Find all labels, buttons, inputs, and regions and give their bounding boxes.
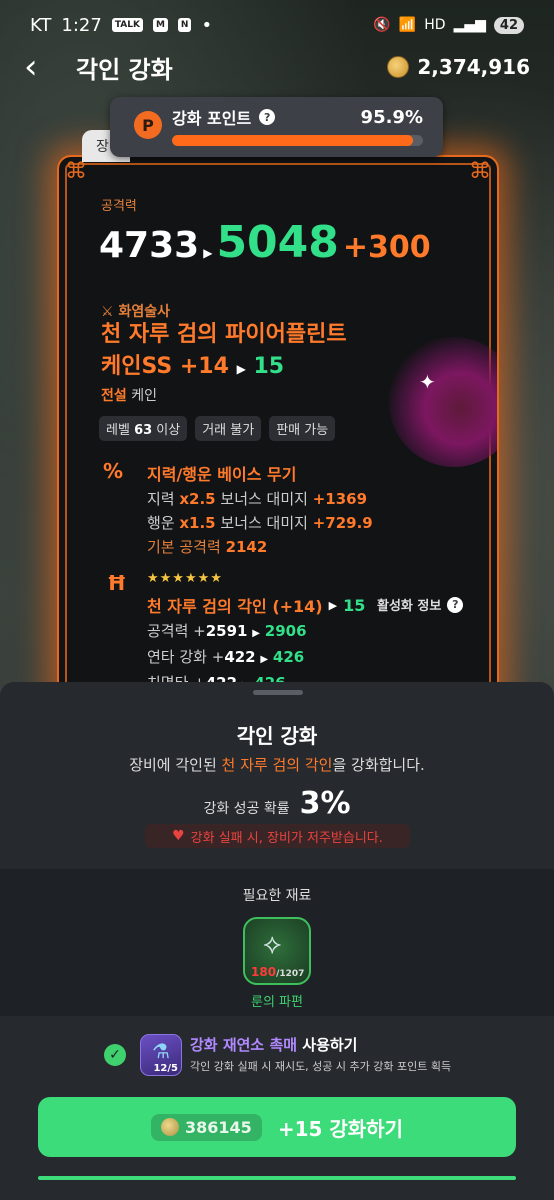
base-stat-int: 지력 x2.5 보너스 대미지 +1369 <box>147 490 368 508</box>
clock: 1:27 <box>61 14 102 36</box>
help-icon[interactable]: ? <box>259 109 276 125</box>
base-atk: 기본 공격력 2142 <box>147 538 268 556</box>
broken-heart-icon: ♥ <box>172 828 185 844</box>
grade-row: 전설 케인 <box>101 385 157 405</box>
back-icon[interactable]: ‹ <box>24 50 54 84</box>
materials-title: 필요한 재료 <box>242 888 312 904</box>
engrave-icon: Ħ <box>107 571 127 595</box>
arrow-icon: ▶ <box>236 362 246 376</box>
item-name-line1: 천 자루 검의 파이어플린트 <box>101 322 347 347</box>
item-level-old: 케인SS +14 <box>101 354 229 379</box>
job-row: ⚔ 화염술사 <box>101 301 170 321</box>
gold-amount: 2,374,916 <box>417 55 530 79</box>
rate-label: 강화 성공 확률 <box>203 801 290 817</box>
material-name: 룬의 파편 <box>251 995 303 1010</box>
catalyst-option[interactable]: ✓ ⚗ 12/5 강화 재연소 촉매 사용하기 각인 강화 실패 시 재시도, … <box>100 1034 520 1084</box>
tag-level: 레벨 63 이상 <box>99 416 188 441</box>
sheet-title: 각인 강화 <box>236 724 318 748</box>
engrave-new: 15 <box>343 595 366 615</box>
cost-amount: 386145 <box>185 1117 252 1137</box>
catalyst-count: 12/5 <box>153 1063 178 1074</box>
points-progress-track <box>172 135 423 146</box>
grade: 전설 <box>101 388 127 404</box>
points-label: 강화 포인트 <box>172 109 252 128</box>
material-count: 180/1207 <box>251 965 305 979</box>
catalyst-item: ⚗ 12/5 <box>140 1034 182 1076</box>
arrow-icon: ▶ <box>328 598 338 612</box>
item-orb-image <box>389 337 497 467</box>
atk-old: 4733 <box>99 225 200 266</box>
star-rating: ★★★★★★ <box>147 571 223 586</box>
battery-icon: 42 <box>493 16 524 34</box>
cost-chip: 386145 <box>151 1113 262 1141</box>
base-title: 지력/행운 베이스 무기 <box>147 465 297 484</box>
potion-icon: ⚗ <box>152 1039 170 1063</box>
coin-icon <box>161 1118 180 1136</box>
enhance-button-label: +15 강화하기 <box>277 1116 403 1141</box>
item-card: ⌘ ⌘ ✦ 공격력 4733 ▶ 5048 +300 ⚔ 화염술사 천 자루 검… <box>57 155 499 715</box>
naver-icon: N <box>177 18 192 32</box>
points-value: 95.9% <box>360 106 423 128</box>
atk-row: 4733 ▶ 5048 +300 <box>99 217 431 268</box>
engrave-title: 천 자루 검의 각인 (+14) <box>147 597 323 616</box>
item-level-new: 15 <box>253 354 285 379</box>
header: ‹ 각인 강화 2,374,916 <box>0 44 554 90</box>
bottom-strip <box>38 1176 516 1180</box>
points-icon: P <box>134 111 162 139</box>
check-icon[interactable]: ✓ <box>104 1044 126 1066</box>
engrave-title-row: 천 자루 검의 각인 (+14) ▶ 15 <box>147 593 365 617</box>
wifi-icon: 📶 <box>398 17 417 33</box>
hd-icon: HD <box>424 17 446 33</box>
signal-icon: ▂▄▆ <box>453 17 486 33</box>
enhance-points-panel: P 강화 포인트 ? 95.9% <box>110 97 443 157</box>
atk-new: 5048 <box>216 217 339 268</box>
tag-sell: 판매 가능 <box>269 416 336 441</box>
sheet-description: 장비에 각인된 천 자루 검의 각인을 강화합니다. <box>129 756 425 774</box>
carrier: KT <box>30 14 52 36</box>
status-bar: KT 1:27 TALK M N • 🔇 📶 HD ▂▄▆ 42 <box>0 0 554 50</box>
rate-value: 3% <box>299 786 351 821</box>
page-title: 각인 강화 <box>76 55 173 84</box>
engrave-stat-combo: 연타 강화 +422 ▶ 426 <box>147 648 305 666</box>
tag-trade: 거래 불가 <box>195 416 262 441</box>
job-icon: ⚔ <box>101 304 119 320</box>
materials-section: 필요한 재료 ⟡ 180/1207 룬의 파편 <box>0 869 554 1016</box>
item-name-line2: 케인SS +14 ▶ 15 <box>101 351 284 385</box>
mail-icon: M <box>152 18 168 32</box>
gold-balance: 2,374,916 <box>387 55 530 79</box>
success-rate: 강화 성공 확률 3% <box>0 786 554 821</box>
points-progress-fill <box>172 135 413 146</box>
material-rune-shard[interactable]: ⟡ 180/1207 <box>243 917 311 985</box>
active-info-button[interactable]: 활성화 정보 ? <box>377 595 464 614</box>
coin-icon <box>387 56 410 78</box>
help-icon: ? <box>447 596 464 613</box>
weapon-base-icon: % <box>103 459 124 483</box>
job-name: 화염술사 <box>118 304 170 320</box>
enhance-button[interactable]: 386145 +15 강화하기 <box>38 1097 516 1157</box>
sparkle-icon: ✦ <box>419 370 436 394</box>
notification-dot: • <box>201 14 213 36</box>
grade-type: 케인 <box>131 388 157 404</box>
mute-icon: 🔇 <box>373 17 391 33</box>
talk-icon: TALK <box>111 18 143 32</box>
catalyst-description: 각인 강화 실패 시 재시도, 성공 시 추가 강화 포인트 획득 <box>190 1060 452 1073</box>
arrow-icon: ▶ <box>203 246 213 260</box>
engrave-stat-atk: 공격력 +2591 ▶ 2906 <box>147 622 307 640</box>
base-stat-luk: 행운 x1.5 보너스 대미지 +729.9 <box>147 514 373 532</box>
corner-knot-icon: ⌘ <box>469 159 491 184</box>
enhance-sheet: 각인 강화 장비에 각인된 천 자루 검의 각인을 강화합니다. 강화 성공 확… <box>0 682 554 1200</box>
tag-list: 레벨 63 이상 거래 불가 판매 가능 <box>99 416 336 441</box>
crystal-shard-icon: ⟡ <box>263 927 282 960</box>
atk-label: 공격력 <box>101 199 137 214</box>
sheet-grabber[interactable] <box>253 690 303 695</box>
curse-warning: ♥ 강화 실패 시, 장비가 저주받습니다. <box>145 824 410 848</box>
atk-plus: +300 <box>342 230 431 265</box>
catalyst-title: 강화 재연소 촉매 사용하기 <box>190 1036 358 1054</box>
corner-knot-icon: ⌘ <box>65 159 87 184</box>
